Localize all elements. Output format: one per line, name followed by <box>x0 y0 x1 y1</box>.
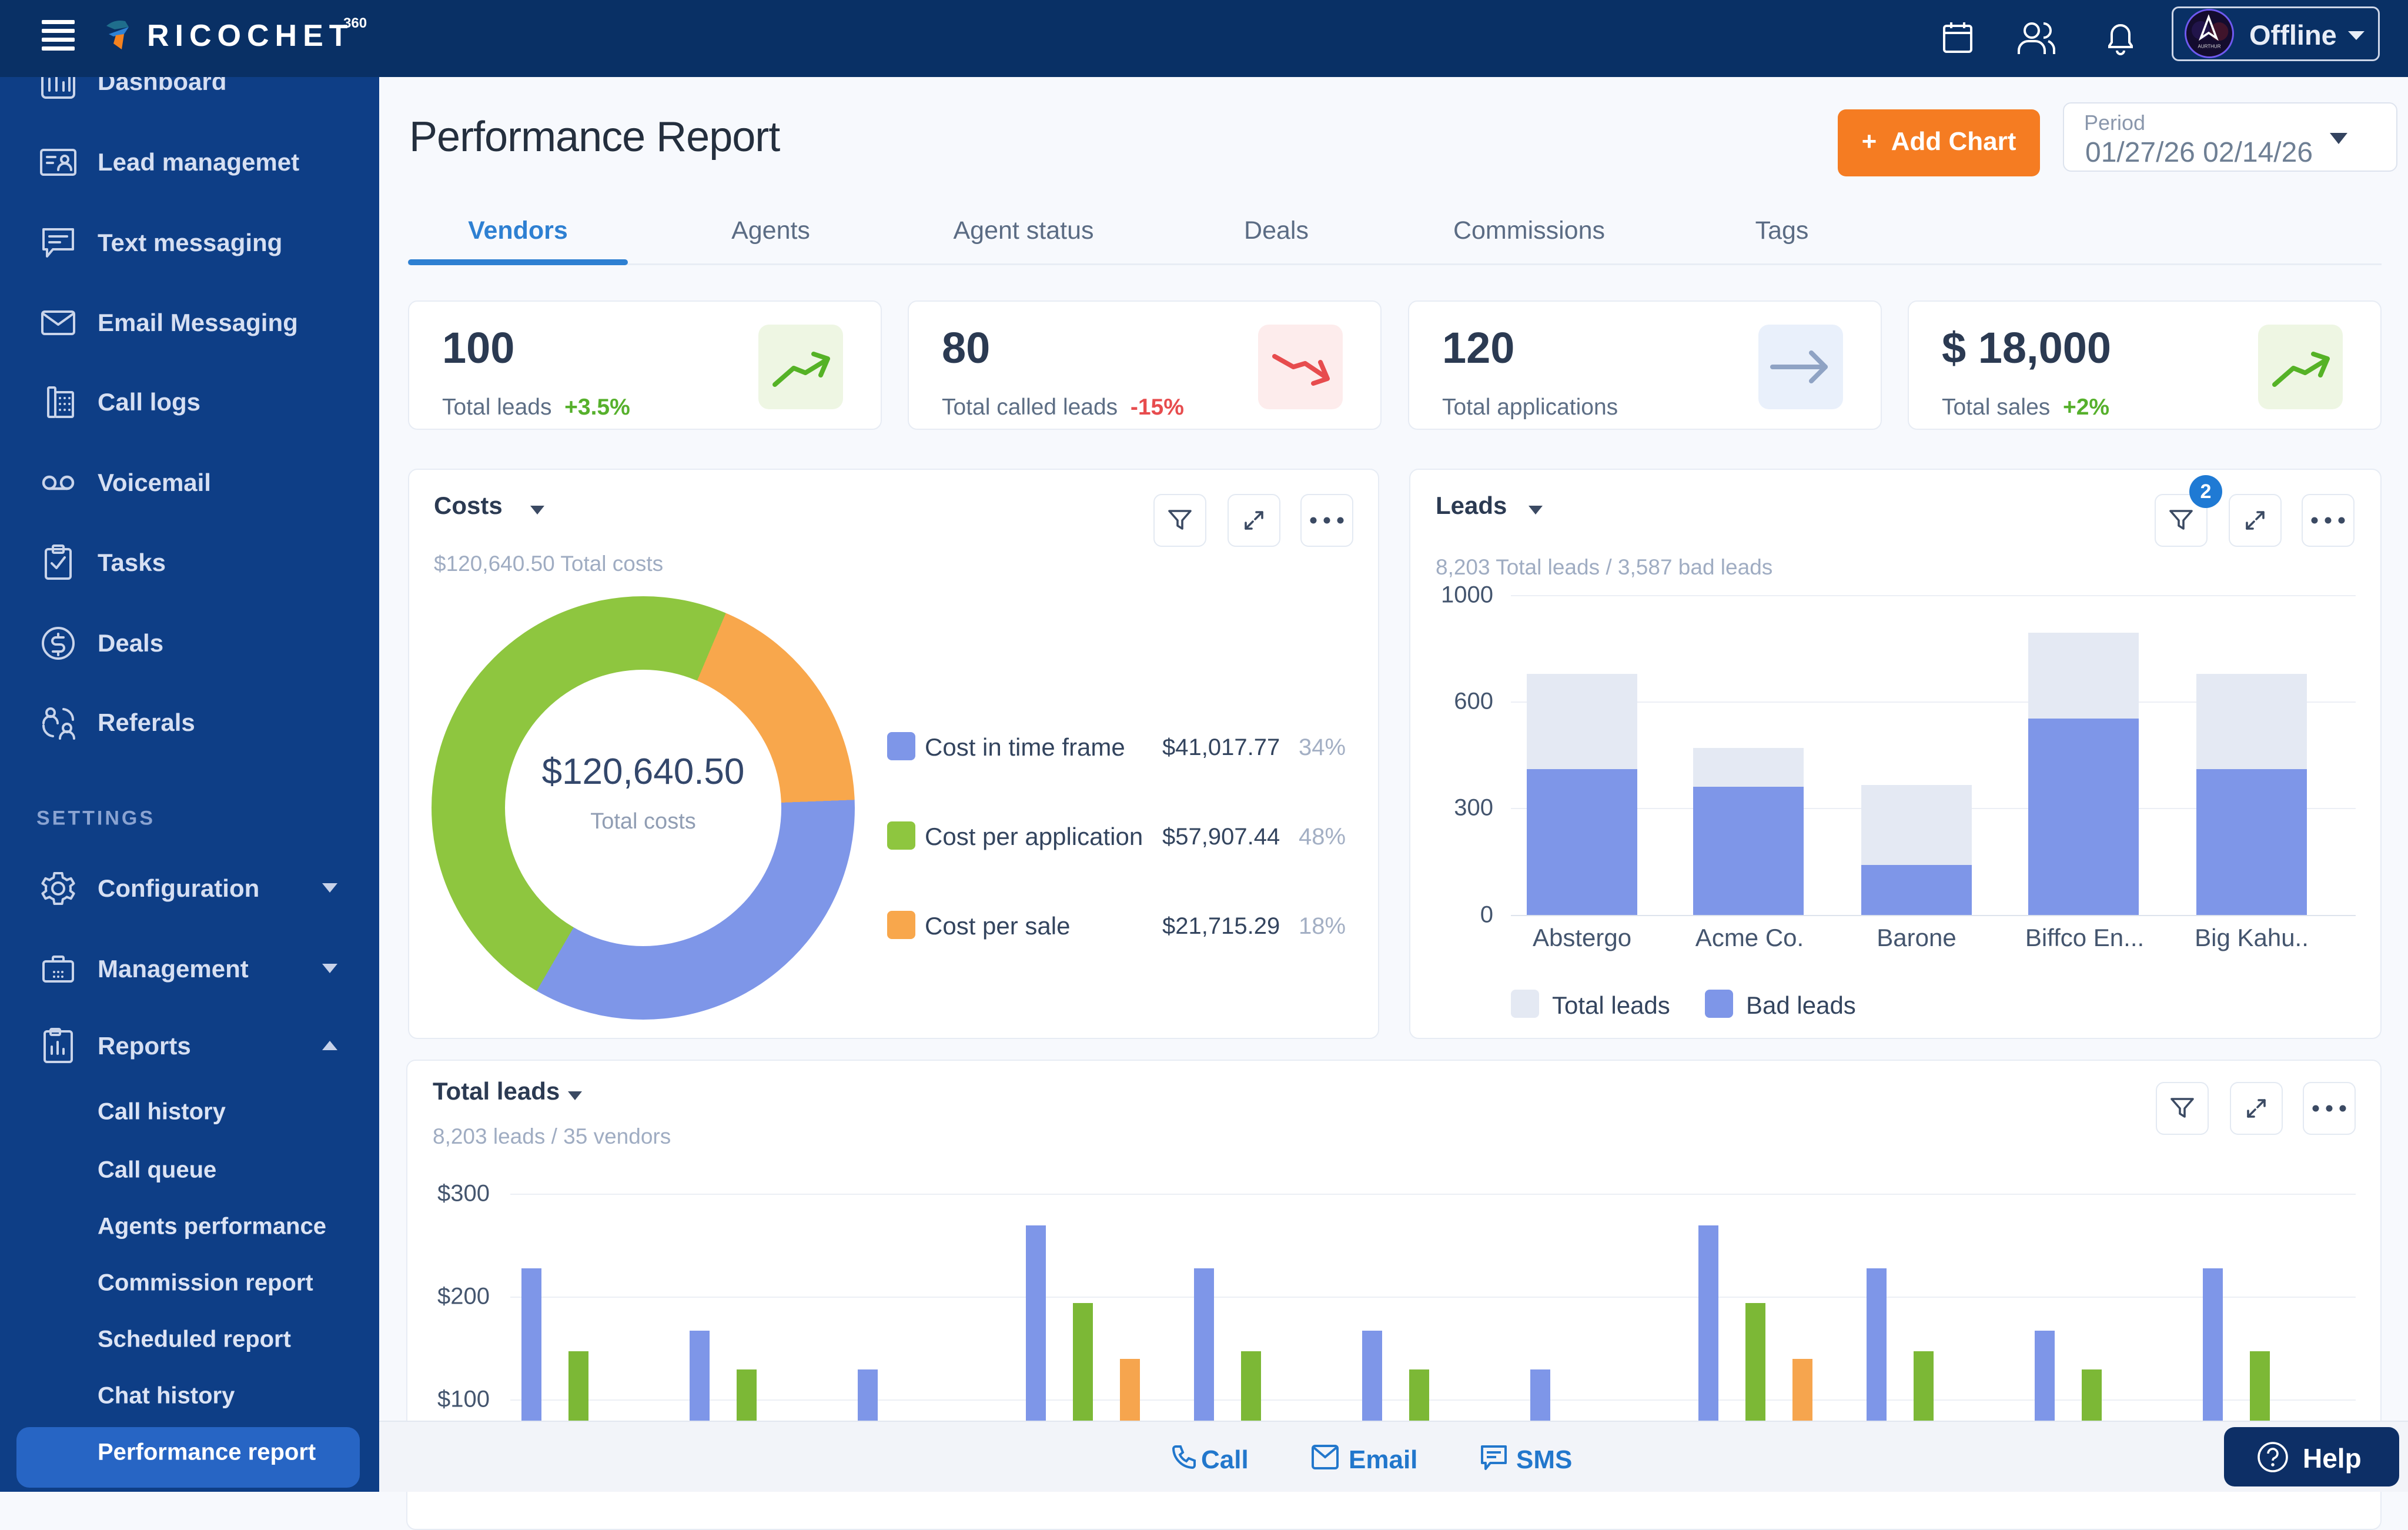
svg-text:AURTHUR: AURTHUR <box>2198 44 2220 49</box>
